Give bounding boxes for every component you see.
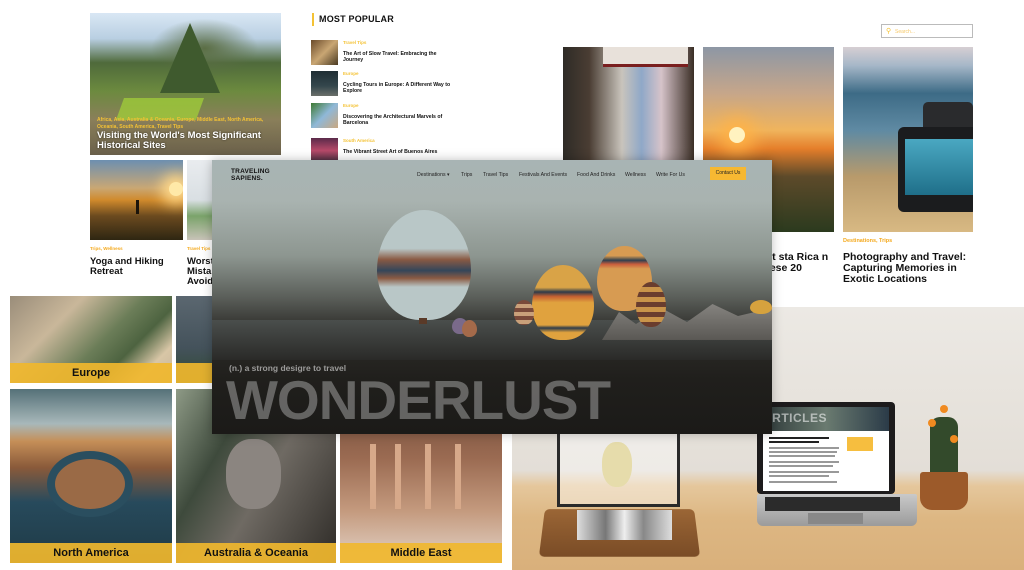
cactus-flower bbox=[940, 405, 948, 413]
text-line bbox=[769, 481, 837, 483]
text-line bbox=[769, 441, 819, 443]
photo-stack-shape bbox=[577, 510, 672, 540]
balloon-basket bbox=[419, 318, 427, 324]
logo-line-2: SAPIENS. bbox=[231, 175, 263, 182]
photography-article-categories[interactable]: Destinations, Trips bbox=[843, 238, 892, 244]
popular-title[interactable]: Cycling Tours in Europe: A Different Way… bbox=[343, 82, 453, 94]
laptop-trackpad bbox=[808, 513, 863, 524]
photography-article-title[interactable]: Photography and Travel: Capturing Memori… bbox=[843, 252, 978, 285]
nav-wellness[interactable]: Wellness bbox=[625, 172, 646, 178]
popular-category[interactable]: Travel Tips bbox=[343, 40, 366, 45]
hero-article-categories[interactable]: Africa, Asia, Australia & Oceania, Europ… bbox=[97, 117, 277, 131]
laptop-article-page bbox=[763, 431, 889, 491]
hot-air-balloon bbox=[377, 210, 471, 320]
destination-label[interactable]: North America bbox=[10, 543, 172, 563]
newsletter-box bbox=[847, 437, 873, 451]
hot-air-balloon bbox=[750, 300, 772, 314]
site-navbar: TRAVELING SAPIENS. Destinations ▾ Trips … bbox=[212, 160, 772, 190]
yoga-article-title[interactable]: Yoga and Hiking Retreat bbox=[90, 257, 180, 277]
sunset-shape bbox=[729, 127, 745, 143]
sun-shape bbox=[169, 182, 183, 196]
camera-screen-shape bbox=[905, 139, 973, 195]
nav-food-drinks[interactable]: Food And Drinks bbox=[577, 172, 615, 178]
search-icon[interactable]: ⚲ bbox=[886, 27, 891, 35]
nav-festivals-events[interactable]: Festivals And Events bbox=[519, 172, 567, 178]
hero-headline: WONDERLUST bbox=[226, 369, 611, 431]
popular-category[interactable]: South America bbox=[343, 138, 375, 143]
yoga-article-categories[interactable]: Trips, Wellness bbox=[90, 246, 123, 251]
destination-label[interactable]: Australia & Oceania bbox=[176, 543, 336, 563]
logo-line-1: TRAVELING bbox=[231, 168, 270, 175]
popular-category[interactable]: Europe bbox=[343, 103, 359, 108]
destination-card-europe[interactable]: Europe bbox=[10, 296, 172, 383]
hot-air-balloon bbox=[532, 265, 594, 340]
text-line bbox=[769, 455, 835, 457]
search-box[interactable]: ⚲ bbox=[881, 24, 973, 38]
worst-mistakes-article-image[interactable] bbox=[187, 160, 215, 240]
worst-article-categories[interactable]: Travel Tips bbox=[187, 246, 210, 251]
yoga-article-image[interactable] bbox=[90, 160, 183, 240]
popular-item[interactable]: Travel Tips The Art of Slow Travel: Embr… bbox=[311, 40, 451, 68]
mountain-shape bbox=[160, 23, 220, 93]
hot-air-balloon bbox=[462, 320, 477, 337]
destination-label[interactable]: Middle East bbox=[340, 543, 502, 563]
photography-article-image[interactable] bbox=[843, 47, 973, 232]
destination-label[interactable]: Europe bbox=[10, 363, 172, 383]
text-line bbox=[769, 437, 829, 439]
column-shape bbox=[395, 444, 401, 509]
pineapple-shape bbox=[602, 442, 632, 487]
text-line bbox=[769, 475, 829, 477]
search-input[interactable] bbox=[895, 27, 970, 36]
website-preview-window: TRAVELING SAPIENS. Destinations ▾ Trips … bbox=[212, 160, 772, 434]
nav-destinations[interactable]: Destinations ▾ bbox=[417, 172, 450, 178]
text-line bbox=[769, 471, 839, 473]
person-silhouette bbox=[136, 200, 139, 214]
popular-item[interactable]: Europe Discovering the Architectural Mar… bbox=[311, 103, 451, 131]
text-line bbox=[769, 451, 837, 453]
popular-title[interactable]: Discovering the Architectural Marvels of… bbox=[343, 114, 453, 126]
popular-thumb[interactable] bbox=[311, 103, 338, 128]
text-line bbox=[769, 465, 833, 467]
hot-air-balloon bbox=[636, 282, 666, 327]
section-accent-bar bbox=[312, 13, 314, 26]
text-line bbox=[769, 461, 839, 463]
popular-title[interactable]: The Art of Slow Travel: Embracing the Jo… bbox=[343, 51, 453, 63]
horseshoe-bend-shape bbox=[55, 459, 125, 509]
hot-air-balloon bbox=[514, 300, 534, 325]
destination-card-north-america[interactable]: North America bbox=[10, 389, 172, 563]
nav-write-for-us[interactable]: Write For Us bbox=[656, 172, 685, 178]
popular-thumb[interactable] bbox=[311, 40, 338, 65]
popular-item[interactable]: Europe Cycling Tours in Europe: A Differ… bbox=[311, 71, 451, 99]
text-line bbox=[769, 447, 839, 449]
contact-us-button[interactable]: Contact Us bbox=[710, 167, 746, 180]
hero-article-title[interactable]: Visiting the World's Most Significant Hi… bbox=[97, 131, 277, 151]
destination-card-partial[interactable] bbox=[176, 296, 212, 383]
laptop-hero-text: ARTICLES bbox=[763, 411, 827, 425]
plant-pot-shape bbox=[920, 472, 968, 510]
column-shape bbox=[455, 444, 461, 509]
popular-thumb[interactable] bbox=[311, 71, 338, 96]
popular-category[interactable]: Europe bbox=[343, 71, 359, 76]
shop-sign-shape bbox=[603, 47, 688, 67]
koala-shape bbox=[226, 439, 281, 509]
nav-travel-tips[interactable]: Travel Tips bbox=[483, 172, 508, 178]
column-shape bbox=[370, 444, 376, 509]
destination-label-partial bbox=[176, 363, 212, 383]
cactus-flower bbox=[928, 419, 936, 427]
popular-title[interactable]: The Vibrant Street Art of Buenos Aires bbox=[343, 149, 453, 156]
most-popular-heading: MOST POPULAR bbox=[319, 14, 394, 24]
laptop-keyboard bbox=[765, 497, 900, 511]
site-logo[interactable]: TRAVELING SAPIENS. bbox=[231, 168, 270, 182]
nav-trips[interactable]: Trips bbox=[461, 172, 472, 178]
cactus-flower bbox=[950, 435, 958, 443]
column-shape bbox=[425, 444, 431, 509]
